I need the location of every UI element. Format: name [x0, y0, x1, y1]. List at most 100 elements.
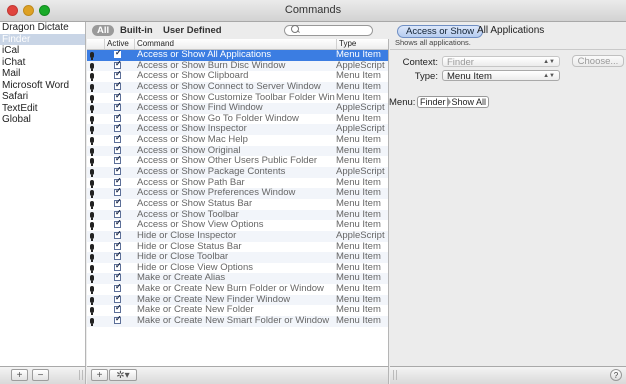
- table-row[interactable]: Access or Show Status Bar Menu Item: [87, 199, 388, 210]
- active-checkbox[interactable]: [114, 71, 124, 82]
- app-list-item[interactable]: Microsoft Word: [0, 80, 85, 92]
- table-row[interactable]: Make or Create New Burn Folder or Window…: [87, 284, 388, 295]
- command-cell: Access or Show Inspector: [137, 124, 247, 135]
- table-row[interactable]: Access or Show Clipboard Menu Item: [87, 71, 388, 82]
- table-row[interactable]: Make or Create New Finder Window Menu Ite…: [87, 294, 388, 306]
- active-checkbox[interactable]: [114, 124, 124, 135]
- table-row[interactable]: Access or Show Package Contents AppleScri…: [87, 167, 388, 178]
- active-checkbox[interactable]: [114, 82, 124, 93]
- table-row[interactable]: Access or Show Burn Disc Window AppleScri…: [87, 60, 388, 72]
- choose-button[interactable]: Choose...: [572, 55, 624, 67]
- app-list-item[interactable]: TextEdit: [0, 103, 85, 115]
- table-row[interactable]: Make or Create New Smart Folder or Windo…: [87, 316, 388, 327]
- table-row[interactable]: Make or Create Alias Menu Item: [87, 273, 388, 285]
- help-button[interactable]: ?: [610, 369, 622, 381]
- active-checkbox[interactable]: [114, 146, 124, 157]
- type-cell: Menu Item: [336, 145, 381, 156]
- table-row[interactable]: Make or Create New Folder Menu Item: [87, 305, 388, 316]
- active-checkbox[interactable]: [114, 178, 124, 189]
- table-row[interactable]: Access or Show Original Menu Item: [87, 145, 388, 157]
- active-checkbox[interactable]: [114, 210, 124, 221]
- active-checkbox[interactable]: [114, 156, 124, 167]
- resize-grip-icon[interactable]: [79, 370, 83, 380]
- microphone-icon: [90, 316, 100, 327]
- app-list-item[interactable]: Global: [0, 114, 85, 126]
- table-row[interactable]: Access or Show Find Window AppleScript: [87, 103, 388, 114]
- remove-app-button[interactable]: −: [32, 369, 49, 381]
- column-header-type[interactable]: Type: [336, 39, 388, 49]
- active-checkbox[interactable]: [114, 167, 124, 178]
- command-cell: Access or Show Preferences Window: [137, 188, 296, 199]
- active-checkbox[interactable]: [114, 273, 124, 284]
- table-row[interactable]: Access or Show Go To Folder Window Menu I…: [87, 114, 388, 125]
- active-checkbox[interactable]: [114, 295, 124, 306]
- table-row[interactable]: Access or Show Other Users Public Folder…: [87, 156, 388, 167]
- app-list-item[interactable]: Mail: [0, 68, 85, 80]
- filter-user-defined[interactable]: User Defined: [163, 25, 222, 36]
- table-row[interactable]: Hide or Close Status Bar Menu Item: [87, 242, 388, 253]
- active-checkbox[interactable]: [114, 305, 124, 316]
- table-row[interactable]: Hide or Close View Options Menu Item: [87, 263, 388, 274]
- type-cell: Menu Item: [336, 220, 381, 231]
- table-row[interactable]: Hide or Close Inspector AppleScript: [87, 230, 388, 242]
- active-checkbox[interactable]: [114, 135, 124, 146]
- active-checkbox[interactable]: [114, 231, 124, 242]
- table-row[interactable]: Access or Show Connect to Server Window M…: [87, 81, 388, 93]
- command-cell: Access or Show Path Bar: [137, 177, 245, 188]
- context-select[interactable]: Finder ▲▼: [442, 56, 560, 68]
- active-checkbox[interactable]: [114, 263, 124, 274]
- command-name-button[interactable]: Access or Show: [397, 25, 484, 38]
- active-checkbox[interactable]: [114, 114, 124, 125]
- table-row[interactable]: Access or Show Path Bar Menu Item: [87, 178, 388, 189]
- type-select[interactable]: Menu Item ▲▼: [442, 70, 560, 82]
- search-field[interactable]: [284, 25, 373, 36]
- resize-grip-icon[interactable]: [393, 370, 397, 380]
- microphone-icon: [90, 252, 100, 263]
- active-checkbox[interactable]: [114, 61, 124, 72]
- app-list-item[interactable]: iCal: [0, 45, 85, 57]
- table-row[interactable]: Hide or Close Toolbar Menu Item: [87, 252, 388, 263]
- command-cell: Hide or Close View Options: [137, 262, 253, 273]
- command-cell: Access or Show Package Contents: [137, 167, 286, 178]
- menu-path-item: Finder: [420, 97, 446, 107]
- column-header-command[interactable]: Command: [134, 39, 336, 49]
- filter-built-in[interactable]: Built-in: [120, 25, 153, 36]
- active-checkbox[interactable]: [114, 103, 124, 114]
- app-list-item[interactable]: Safari: [0, 91, 85, 103]
- active-checkbox[interactable]: [114, 242, 124, 253]
- table-row[interactable]: Access or Show Inspector AppleScript: [87, 124, 388, 136]
- column-header-active[interactable]: Active: [104, 39, 134, 49]
- menu-path-item: Show All: [451, 97, 487, 107]
- table-row[interactable]: Access or Show Mac Help Menu Item: [87, 135, 388, 146]
- type-cell: Menu Item: [336, 177, 381, 188]
- active-checkbox[interactable]: [114, 316, 124, 327]
- menu-label: Menu:: [389, 97, 416, 108]
- command-cell: Access or Show All Applications: [137, 50, 272, 60]
- active-checkbox[interactable]: [114, 50, 124, 61]
- table-row[interactable]: Access or Show Toolbar Menu Item: [87, 209, 388, 221]
- table-row[interactable]: Access or Show Preferences Window Menu It…: [87, 188, 388, 199]
- active-checkbox[interactable]: [114, 284, 124, 295]
- active-checkbox[interactable]: [114, 252, 124, 263]
- type-cell: AppleScript: [336, 124, 385, 135]
- chevron-updown-icon: ▲▼: [543, 73, 555, 79]
- active-checkbox[interactable]: [114, 220, 124, 231]
- table-row[interactable]: Access or Show All Applications Menu Item: [87, 50, 388, 61]
- type-cell: Menu Item: [336, 273, 381, 284]
- app-list-footer: + −: [0, 366, 86, 384]
- app-list-item[interactable]: Dragon Dictate: [0, 22, 85, 34]
- filter-all[interactable]: All: [92, 25, 115, 36]
- table-row[interactable]: Access or Show Customize Toolbar Folder …: [87, 93, 388, 104]
- add-command-button[interactable]: +: [91, 369, 108, 381]
- active-checkbox[interactable]: [114, 93, 124, 104]
- app-list-item[interactable]: Finder: [0, 33, 85, 45]
- active-checkbox[interactable]: [114, 188, 124, 199]
- active-checkbox[interactable]: [114, 199, 124, 210]
- table-row[interactable]: Access or Show View Options Menu Item: [87, 220, 388, 231]
- gear-menu-button[interactable]: ✲▾: [109, 369, 137, 381]
- add-app-button[interactable]: +: [11, 369, 28, 381]
- app-list-item[interactable]: iChat: [0, 57, 85, 69]
- menu-path[interactable]: Finder Show All: [417, 96, 490, 108]
- search-icon: [291, 25, 299, 33]
- command-cell: Access or Show Clipboard: [137, 71, 249, 82]
